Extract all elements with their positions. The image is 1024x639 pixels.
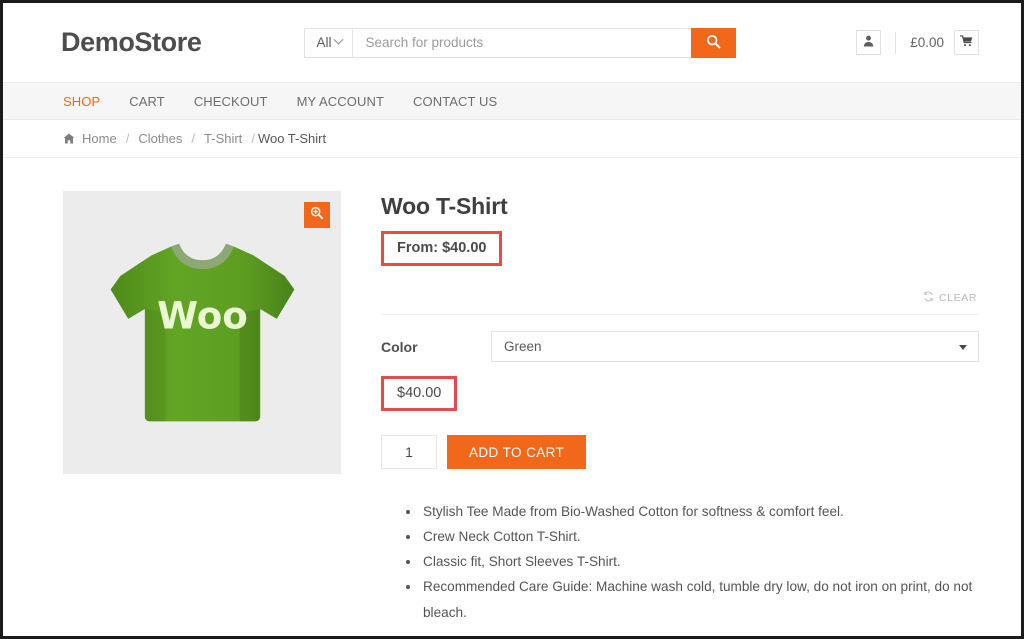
search-bar: All	[304, 28, 736, 58]
magnifier-plus-icon	[310, 206, 324, 225]
product-description: Stylish Tee Made from Bio-Washed Cotton …	[381, 499, 979, 625]
nav-item-shop[interactable]: SHOP	[63, 94, 100, 109]
product-summary: Woo T-Shirt From: $40.00 CLEAR	[381, 191, 979, 636]
page-title: Woo T-Shirt	[381, 193, 979, 220]
product-image[interactable]: Woo	[63, 191, 341, 474]
store-page: DemoStore All	[3, 3, 1021, 636]
browser-screenshot: DemoStore All	[0, 0, 1024, 639]
breadcrumb-home[interactable]: Home	[82, 131, 117, 146]
search-input[interactable]	[353, 29, 691, 57]
variation-price-highlight: $40.00	[381, 376, 457, 411]
site-header: DemoStore All	[3, 3, 1021, 82]
cart-total: £0.00	[910, 35, 944, 50]
chevron-down-icon	[334, 35, 344, 45]
breadcrumb-separator: /	[251, 131, 255, 146]
tshirt-illustration: Woo	[95, 225, 310, 440]
variation-price-wrap: $40.00	[381, 376, 979, 411]
clear-variations-link[interactable]: CLEAR	[939, 292, 977, 304]
breadcrumb-clothes[interactable]: Clothes	[138, 131, 182, 146]
variation-label-color: Color	[381, 339, 491, 355]
nav-item-contact-us[interactable]: CONTACT US	[413, 94, 497, 109]
refresh-icon	[923, 289, 934, 307]
breadcrumb-tshirt[interactable]: T-Shirt	[204, 131, 242, 146]
svg-text:Woo: Woo	[157, 295, 248, 338]
search-icon	[706, 34, 721, 52]
breadcrumb-separator: /	[191, 131, 195, 146]
color-select-value: Green	[504, 339, 542, 354]
list-item: Stylish Tee Made from Bio-Washed Cotton …	[421, 499, 979, 524]
nav-item-checkout[interactable]: CHECKOUT	[194, 94, 268, 109]
list-item: Crew Neck Cotton T-Shirt.	[421, 524, 979, 549]
nav-item-cart[interactable]: CART	[129, 94, 165, 109]
home-icon	[63, 133, 75, 144]
description-list: Stylish Tee Made from Bio-Washed Cotton …	[381, 499, 979, 625]
add-to-cart-button[interactable]: ADD TO CART	[447, 435, 586, 469]
list-item: Recommended Care Guide: Machine wash col…	[421, 574, 979, 624]
user-icon	[863, 34, 874, 52]
site-logo[interactable]: DemoStore	[61, 27, 201, 58]
breadcrumb-separator: /	[126, 131, 130, 146]
price-range-highlight: From: $40.00	[381, 231, 502, 266]
variation-row-color: Color Green	[381, 314, 979, 362]
product-variations: CLEAR Color Green $40.00	[381, 289, 979, 411]
breadcrumb-current: Woo T-Shirt	[258, 131, 326, 146]
breadcrumb: Home / Clothes / T-Shirt / Woo T-Shirt	[3, 120, 1021, 158]
color-select[interactable]: Green	[491, 331, 979, 362]
nav-item-my-account[interactable]: MY ACCOUNT	[297, 94, 384, 109]
main-navigation: SHOP CART CHECKOUT MY ACCOUNT CONTACT US	[3, 82, 1021, 120]
product-main: Woo Woo T-Shirt From: $40.00	[3, 158, 1021, 636]
cart-button[interactable]	[954, 30, 979, 55]
header-actions: £0.00	[856, 30, 979, 55]
search-button[interactable]	[691, 28, 736, 58]
variation-price: $40.00	[397, 385, 441, 401]
image-zoom-button[interactable]	[304, 202, 330, 228]
quantity-input[interactable]	[381, 435, 437, 469]
cart-icon	[960, 34, 973, 52]
product-gallery: Woo	[63, 191, 341, 474]
clear-row: CLEAR	[381, 289, 979, 307]
price-from: From: $40.00	[397, 240, 486, 256]
search-category-label: All	[316, 35, 331, 50]
header-divider	[895, 32, 896, 54]
list-item: Classic fit, Short Sleeves T-Shirt.	[421, 549, 979, 574]
add-to-cart-row: ADD TO CART	[381, 435, 979, 469]
search-category-dropdown[interactable]: All	[305, 29, 353, 57]
account-button[interactable]	[856, 30, 881, 55]
chevron-down-icon	[959, 345, 967, 350]
